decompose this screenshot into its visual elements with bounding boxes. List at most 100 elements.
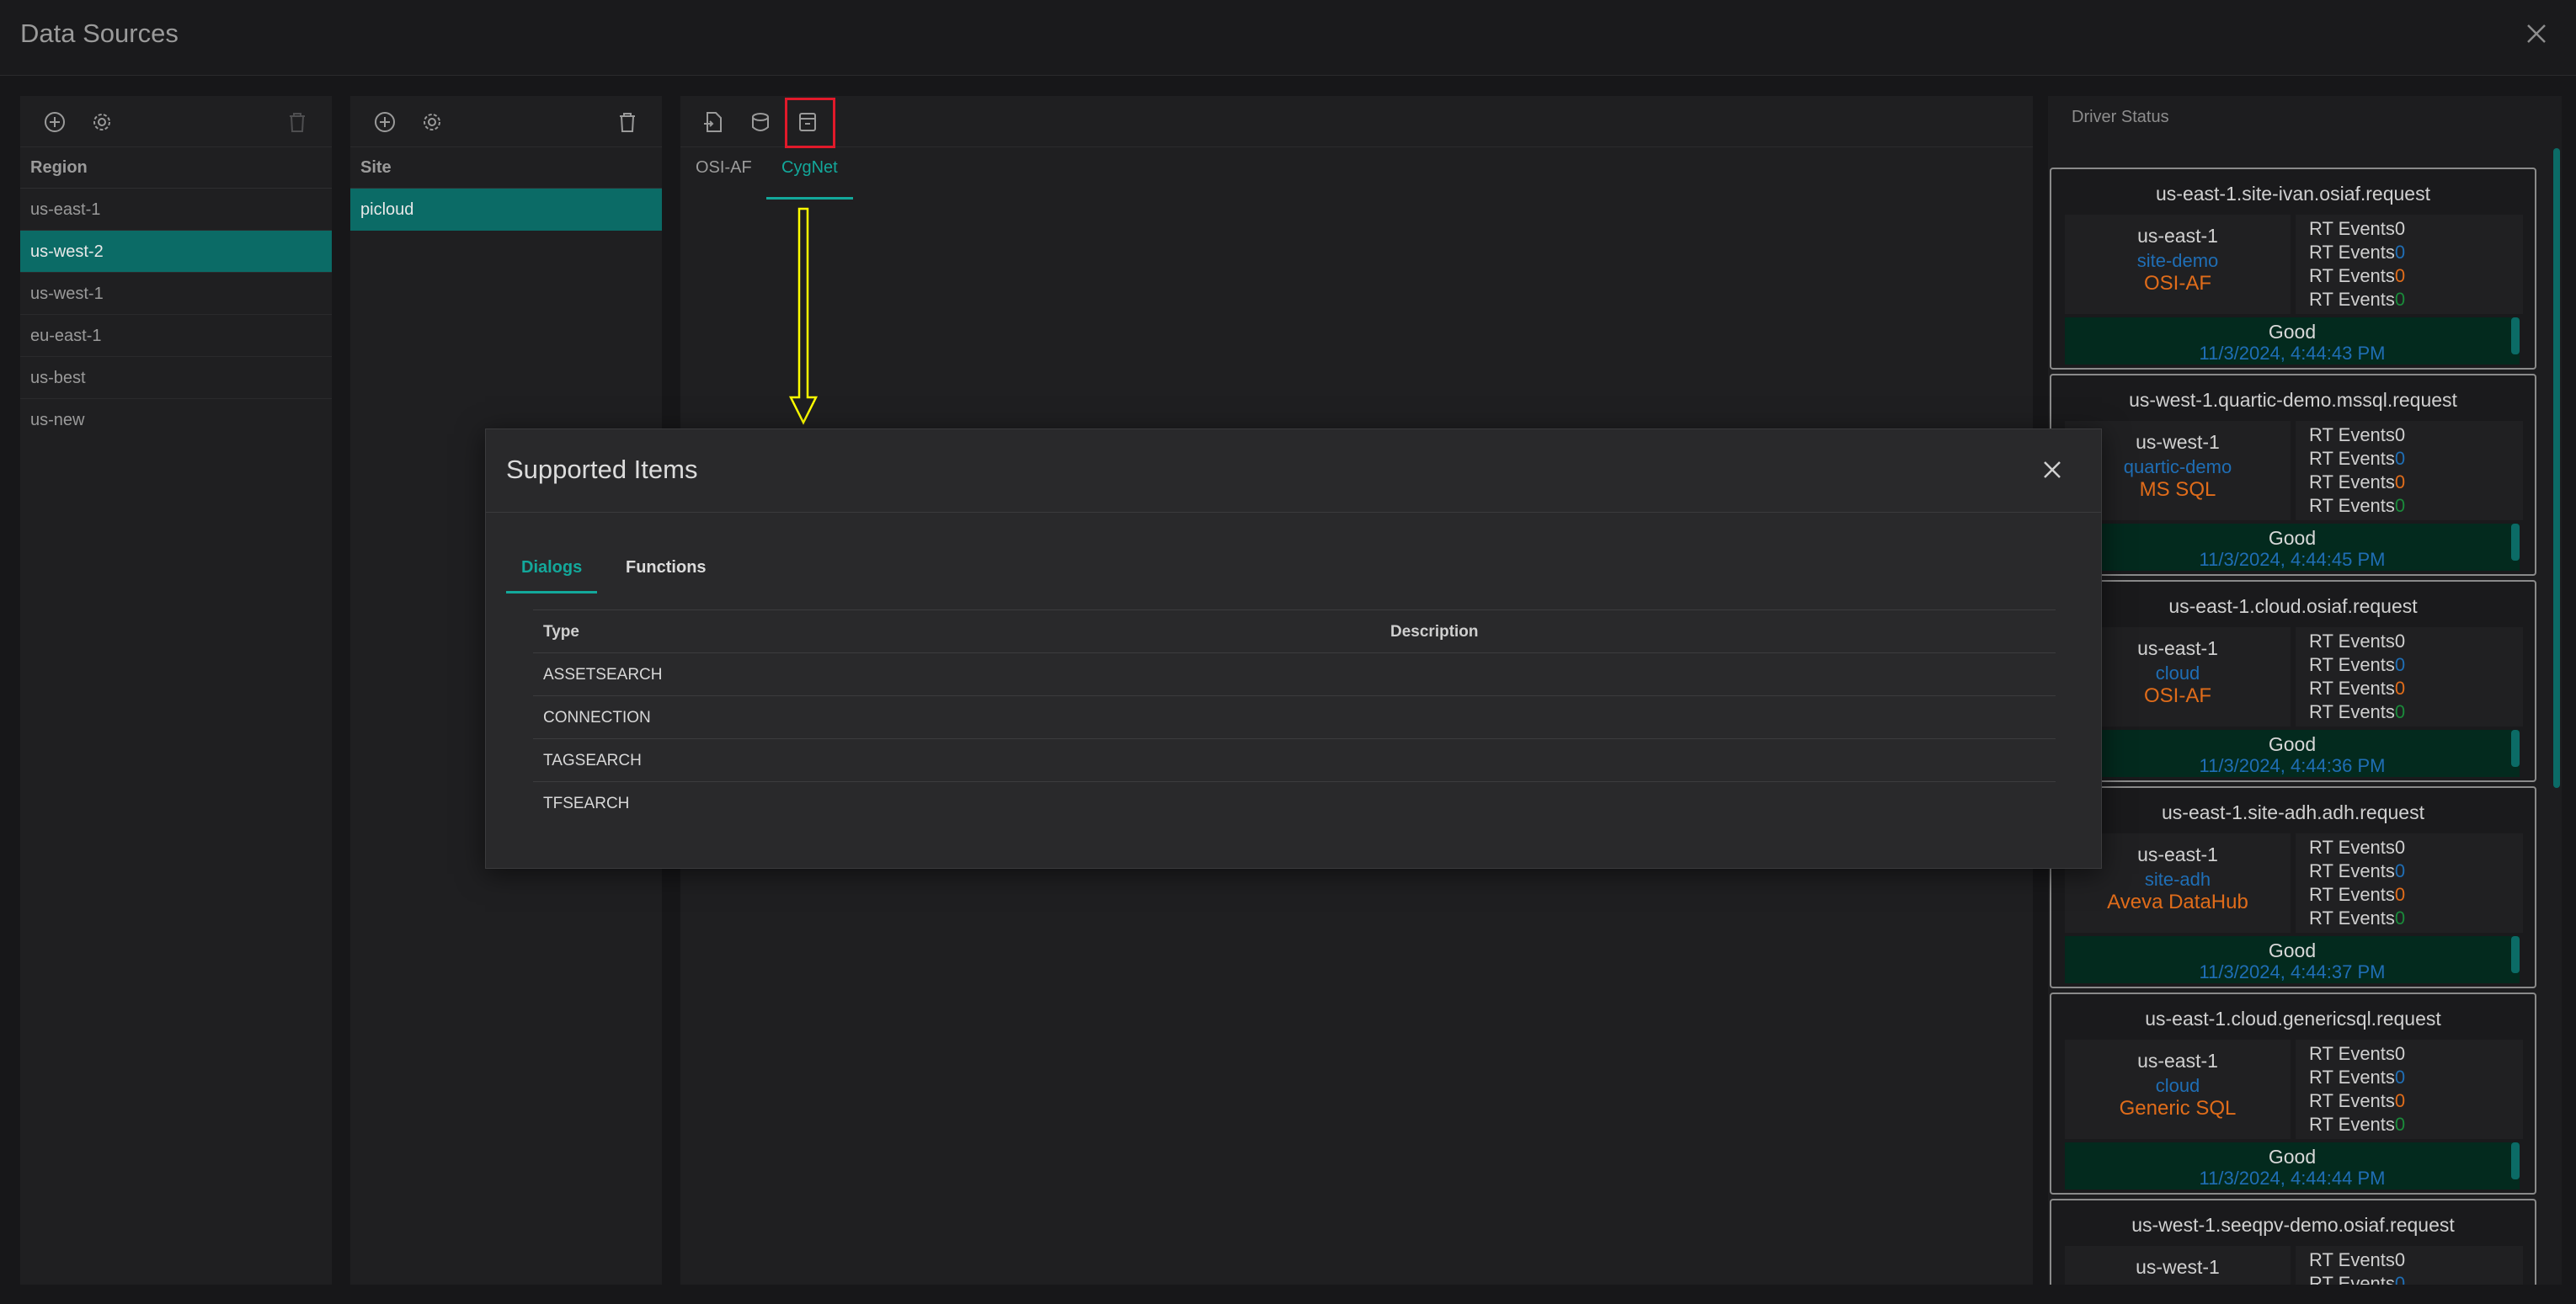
table-row[interactable]: CONNECTION [533, 695, 2056, 738]
region-item-us-east-1[interactable]: us-east-1 [20, 189, 332, 231]
driver-status-scrollbar[interactable] [2553, 148, 2560, 788]
rt-events-value: 0 [2394, 837, 2406, 858]
driver-card-events: RT Events0 RT Events0 RT Events0 RT Even… [2296, 215, 2523, 314]
region-item-us-west-2[interactable]: us-west-2 [20, 231, 332, 273]
rt-events-label: RT Events [2309, 289, 2395, 310]
import-file-icon[interactable] [699, 108, 728, 136]
driver-status-bar: Good 11/3/2024, 4:44:37 PM [2065, 936, 2520, 983]
rt-events: RT Events0 [2309, 242, 2405, 263]
tab-dialogs[interactable]: Dialogs [506, 544, 598, 593]
driver-card-events: RT Events0 RT Events0 RT Events0 RT Even… [2296, 833, 2523, 933]
rt-events-label: RT Events [2309, 1273, 2395, 1285]
table-row[interactable]: TAGSEARCH [533, 738, 2056, 781]
rt-events: RT Events0 [2309, 448, 2405, 470]
rt-events: RT Events0 [2309, 1273, 2405, 1285]
rt-events-label: RT Events [2309, 884, 2395, 905]
rt-events-label: RT Events [2309, 837, 2395, 858]
driver-status-text: Good [2268, 1146, 2317, 1168]
region-item-us-best[interactable]: us-best [20, 357, 332, 399]
driver-type: OSI-AF [2143, 272, 2211, 295]
add-site-icon[interactable] [371, 108, 399, 136]
delete-site-trash-icon[interactable] [613, 108, 642, 136]
rt-events-label: RT Events [2309, 1114, 2395, 1135]
rt-events: RT Events0 [2309, 495, 2405, 517]
site-settings-gear-icon[interactable] [418, 108, 446, 136]
table-row[interactable]: TFSEARCH [533, 781, 2056, 824]
driver-card[interactable]: us-east-1.cloud.osiaf.request us-east-1 … [2050, 580, 2536, 782]
rt-events: RT Events0 [2309, 424, 2405, 446]
driver-status-text: Good [2268, 527, 2317, 549]
dialog-close-icon[interactable] [2035, 453, 2069, 487]
close-icon[interactable] [2520, 17, 2553, 51]
driver-card-info: us-west-1 [2065, 1246, 2291, 1285]
delete-region-trash-icon[interactable] [283, 108, 312, 136]
rt-events-value: 0 [2394, 242, 2406, 263]
driver-status-text: Good [2268, 939, 2317, 961]
rt-events-value: 0 [2394, 1273, 2406, 1285]
region-settings-gear-icon[interactable] [88, 108, 116, 136]
rt-events: RT Events0 [2309, 907, 2405, 929]
driver-card-info: us-east-1 cloud Generic SQL [2065, 1040, 2291, 1139]
region-item-us-new[interactable]: us-new [20, 399, 332, 441]
driver-card[interactable]: us-east-1.site-ivan.osiaf.request us-eas… [2050, 168, 2536, 370]
tab-osi-af[interactable]: OSI-AF [696, 158, 752, 197]
add-region-icon[interactable] [40, 108, 69, 136]
region-item-eu-east-1[interactable]: eu-east-1 [20, 315, 332, 357]
rt-events-value: 0 [2394, 701, 2406, 722]
region-panel: Region us-east-1 us-west-2 us-west-1 eu-… [20, 96, 332, 1285]
region-item-us-west-1[interactable]: us-west-1 [20, 273, 332, 315]
driver-card-title: us-east-1.cloud.genericsql.request [2145, 1008, 2441, 1030]
rt-events-value: 0 [2394, 495, 2406, 516]
rt-events: RT Events0 [2309, 631, 2405, 652]
rt-events-label: RT Events [2309, 631, 2395, 652]
rt-events: RT Events0 [2309, 1090, 2405, 1112]
rt-events-value: 0 [2394, 678, 2406, 699]
tab-functions[interactable]: Functions [611, 544, 722, 591]
tab-cygnet[interactable]: CygNet [766, 158, 853, 200]
driver-card[interactable]: us-west-1.seeqpv-demo.osiaf.request us-w… [2050, 1199, 2536, 1285]
rt-events-value: 0 [2394, 1249, 2406, 1270]
main-toolbar [680, 96, 2033, 148]
driver-type: Aveva DataHub [2107, 891, 2248, 913]
driver-status-indicator [2511, 317, 2520, 354]
rt-events-label: RT Events [2309, 218, 2395, 239]
driver-type: Generic SQL [2119, 1097, 2237, 1120]
region-column-header: Region [20, 146, 332, 189]
driver-card[interactable]: us-east-1.site-adh.adh.request us-east-1… [2050, 786, 2536, 988]
rt-events: RT Events0 [2309, 289, 2405, 311]
driver-status-bar: Good 11/3/2024, 4:44:43 PM [2065, 317, 2520, 365]
driver-card-title: us-east-1.cloud.osiaf.request [2168, 595, 2418, 617]
rt-events: RT Events0 [2309, 654, 2405, 676]
rt-events: RT Events0 [2309, 1067, 2405, 1088]
cell-type: ASSETSEARCH [543, 666, 663, 684]
driver-site: site-demo [2136, 250, 2219, 271]
rt-events: RT Events0 [2309, 837, 2405, 859]
driver-card-events: RT Events0 RT Events0 [2296, 1246, 2523, 1285]
driver-card-events: RT Events0 RT Events0 RT Events0 RT Even… [2296, 627, 2523, 727]
rt-events: RT Events0 [2309, 884, 2405, 906]
driver-status-panel: Driver Status us-east-1.site-ivan.osiaf.… [2048, 96, 2562, 1285]
rt-events-value: 0 [2394, 884, 2406, 905]
rt-events: RT Events0 [2309, 265, 2405, 287]
rt-events-value: 0 [2394, 1043, 2406, 1064]
rt-events-label: RT Events [2309, 678, 2395, 699]
table-row[interactable]: ASSETSEARCH [533, 652, 2056, 695]
rt-events-label: RT Events [2309, 265, 2395, 286]
rt-events: RT Events0 [2309, 471, 2405, 493]
cell-type: TFSEARCH [543, 795, 630, 812]
driver-card[interactable]: us-west-1.quartic-demo.mssql.request us-… [2050, 374, 2536, 576]
rt-events-label: RT Events [2309, 495, 2395, 516]
site-toolbar [350, 96, 662, 147]
rt-events: RT Events0 [2309, 1249, 2405, 1271]
driver-site: site-adh [2144, 869, 2211, 890]
driver-timestamp: 11/3/2024, 4:44:45 PM [2199, 549, 2386, 570]
rt-events-label: RT Events [2309, 1090, 2395, 1111]
driver-status-indicator [2511, 524, 2520, 561]
rt-events: RT Events0 [2309, 1114, 2405, 1136]
table-header-row: Type Description [533, 609, 2056, 652]
cell-type: CONNECTION [543, 709, 651, 727]
site-item-picloud[interactable]: picloud [350, 189, 662, 231]
driver-timestamp: 11/3/2024, 4:44:37 PM [2199, 961, 2386, 982]
driver-card[interactable]: us-east-1.cloud.genericsql.request us-ea… [2050, 993, 2536, 1195]
database-icon[interactable] [746, 108, 775, 136]
